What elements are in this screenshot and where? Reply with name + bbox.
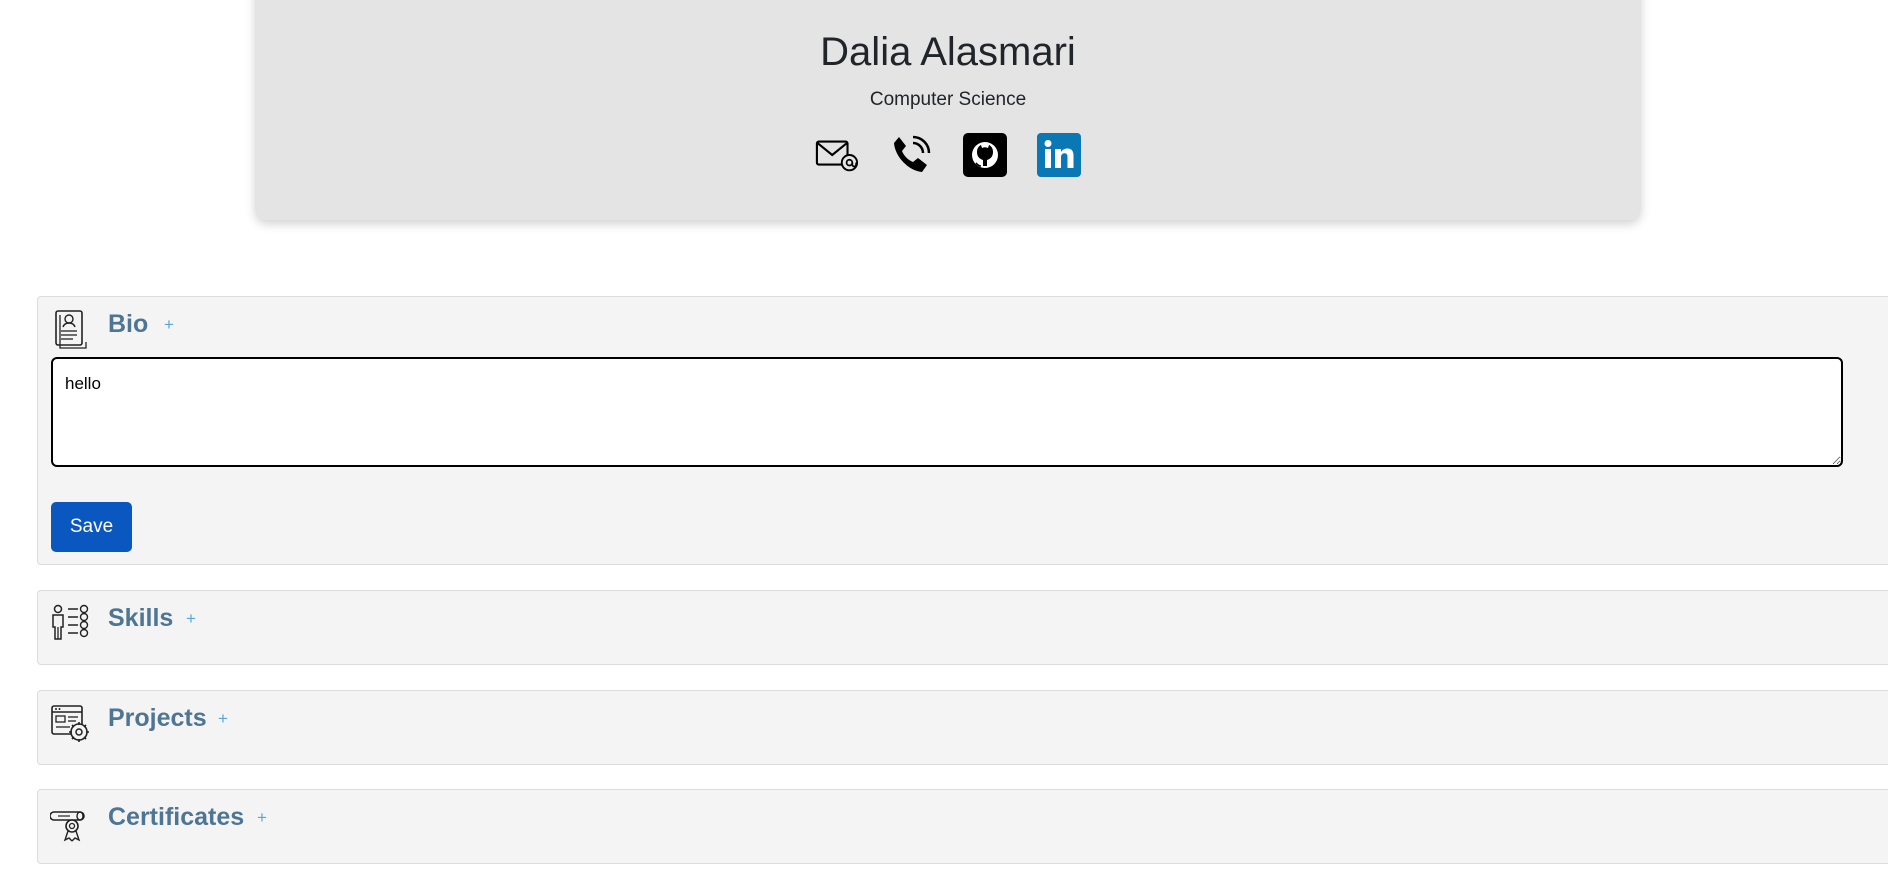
add-skill-button[interactable]: + [186, 609, 196, 629]
add-project-button[interactable]: + [218, 709, 228, 729]
linkedin-icon[interactable] [1037, 133, 1081, 177]
section-title-bio[interactable]: Bio [108, 310, 148, 339]
bio-section: Bio + hello Save [37, 296, 1888, 565]
bio-textarea[interactable]: hello [51, 357, 1843, 467]
profile-name: Dalia Alasmari [820, 30, 1076, 74]
skills-section: Skills + [37, 590, 1888, 665]
section-title-certificates[interactable]: Certificates [108, 803, 244, 832]
phone-icon[interactable] [889, 133, 933, 177]
contact-icons [255, 133, 1641, 177]
add-bio-button[interactable]: + [164, 315, 174, 335]
certificates-section: Certificates + [37, 789, 1888, 864]
profile-card: Dalia Alasmari Computer Science [255, 0, 1641, 220]
email-icon[interactable] [815, 133, 859, 177]
person-checklist-icon [50, 603, 90, 643]
resume-document-icon [50, 309, 90, 349]
section-title-projects[interactable]: Projects [108, 704, 207, 733]
projects-section: Projects + [37, 690, 1888, 765]
profile-major: Computer Science [869, 89, 1027, 110]
diploma-award-icon [50, 802, 90, 842]
section-title-skills[interactable]: Skills [108, 604, 173, 633]
web-settings-icon [50, 703, 90, 743]
save-button[interactable]: Save [51, 502, 132, 552]
github-icon[interactable] [963, 133, 1007, 177]
add-certificate-button[interactable]: + [257, 808, 267, 828]
